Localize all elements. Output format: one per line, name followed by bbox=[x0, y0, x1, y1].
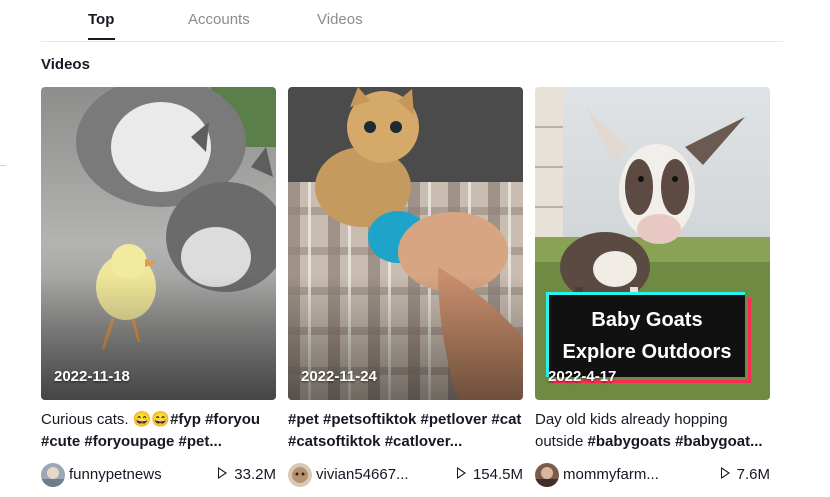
play-icon bbox=[456, 467, 466, 479]
play-count-value: 7.6M bbox=[736, 466, 770, 483]
cats-thumbnail-image bbox=[41, 87, 276, 400]
caption-hashtags[interactable]: #babygoats #babygoat... bbox=[588, 433, 763, 450]
video-caption: Day old kids already hopping outside #ba… bbox=[535, 409, 770, 453]
video-card[interactable]: Baby Goats Explore Outdoors 2022-4-17 Da… bbox=[535, 87, 770, 489]
caption-text: Curious cats. 😄😄 bbox=[41, 411, 171, 428]
active-tab-indicator bbox=[88, 38, 115, 40]
play-count-value: 33.2M bbox=[234, 466, 276, 483]
video-thumbnail[interactable]: 2022-11-18 bbox=[41, 87, 276, 400]
caption-hashtags[interactable]: #pet #petsoftiktok #petlover #cat #catso… bbox=[288, 411, 521, 450]
video-meta: funnypetnews 33.2M bbox=[41, 463, 276, 489]
video-thumbnail[interactable]: 2022-11-24 bbox=[288, 87, 523, 400]
video-date: 2022-4-17 bbox=[548, 368, 617, 385]
play-count: 154.5M bbox=[456, 466, 523, 483]
avatar[interactable] bbox=[41, 463, 65, 487]
video-date: 2022-11-18 bbox=[54, 368, 130, 385]
section-title: Videos bbox=[41, 56, 90, 73]
overlay-line-1: Baby Goats bbox=[591, 309, 703, 331]
play-count: 7.6M bbox=[720, 466, 770, 483]
divider bbox=[0, 165, 6, 166]
avatar[interactable] bbox=[535, 463, 559, 487]
tab-videos[interactable]: Videos bbox=[317, 11, 363, 28]
tab-accounts[interactable]: Accounts bbox=[188, 11, 250, 28]
video-meta: vivian54667... 154.5M bbox=[288, 463, 523, 489]
video-card[interactable]: 2022-11-18 Curious cats. 😄😄#fyp #foryou … bbox=[41, 87, 276, 489]
author-name[interactable]: vivian54667... bbox=[316, 466, 409, 483]
tab-top[interactable]: Top bbox=[88, 11, 114, 28]
search-tabs: Top Accounts Videos bbox=[41, 0, 783, 42]
play-count: 33.2M bbox=[218, 466, 276, 483]
video-meta: mommyfarm... 7.6M bbox=[535, 463, 770, 489]
video-thumbnail[interactable]: Baby Goats Explore Outdoors 2022-4-17 bbox=[535, 87, 770, 400]
thumbnail-text-overlay: Baby Goats Explore Outdoors bbox=[549, 295, 745, 377]
avatar[interactable] bbox=[288, 463, 312, 487]
kitten-thumbnail-image bbox=[288, 87, 523, 400]
video-date: 2022-11-24 bbox=[301, 368, 377, 385]
play-count-value: 154.5M bbox=[472, 466, 523, 483]
author-name[interactable]: mommyfarm... bbox=[563, 466, 659, 483]
play-icon bbox=[218, 467, 228, 479]
author-name[interactable]: funnypetnews bbox=[69, 466, 162, 483]
play-icon bbox=[720, 467, 730, 479]
video-card[interactable]: 2022-11-24 #pet #petsoftiktok #petlover … bbox=[288, 87, 523, 489]
video-caption: Curious cats. 😄😄#fyp #foryou #cute #fory… bbox=[41, 409, 276, 453]
video-caption: #pet #petsoftiktok #petlover #cat #catso… bbox=[288, 409, 523, 453]
overlay-line-2: Explore Outdoors bbox=[562, 341, 732, 363]
